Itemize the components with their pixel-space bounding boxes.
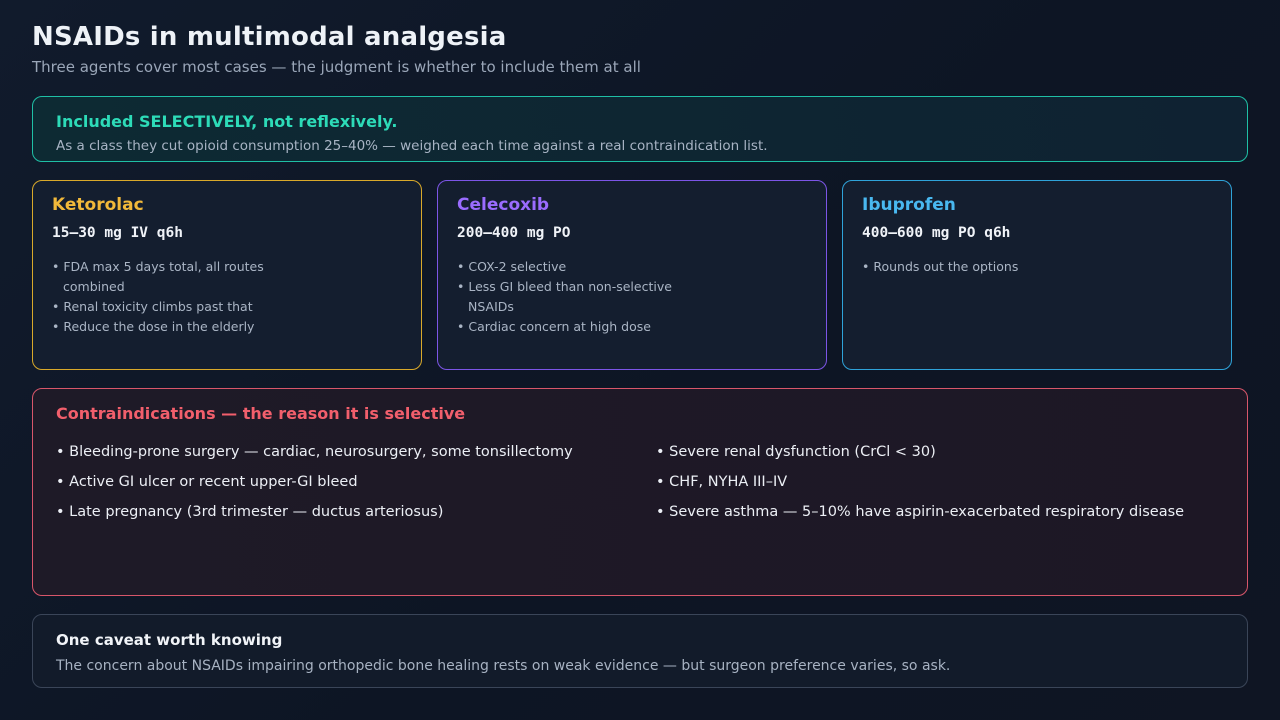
contraindication-item: • Bleeding-prone surgery — cardiac, neur… xyxy=(56,444,573,460)
caveat-heading: One caveat worth knowing xyxy=(56,631,283,649)
page-subtitle: Three agents cover most cases — the judg… xyxy=(32,58,641,76)
agent-name: Ketorolac xyxy=(52,195,144,215)
contraindication-item: • CHF, NYHA III–IV xyxy=(656,474,788,490)
caveat-panel: One caveat worth knowing The concern abo… xyxy=(32,614,1248,688)
agent-point: • Rounds out the options xyxy=(862,259,1019,274)
agent-card-ibuprofen: Ibuprofen 400–600 mg PO q6h • Rounds out… xyxy=(842,180,1232,370)
agent-point: • Less GI bleed than non-selective NSAID… xyxy=(457,279,672,314)
contraindications-panel: Contraindications — the reason it is sel… xyxy=(32,388,1248,596)
page-title: NSAIDs in multimodal analgesia xyxy=(32,22,507,52)
key-callout: Included SELECTIVELY, not reflexively. A… xyxy=(32,96,1248,162)
contraindications-left-list: • Bleeding-prone surgery — cardiac, neur… xyxy=(56,437,573,527)
contraindication-item: • Severe asthma — 5–10% have aspirin-exa… xyxy=(656,504,1185,520)
agent-points: • FDA max 5 days total, all routes combi… xyxy=(52,257,292,337)
agent-point: • Renal toxicity climbs past that xyxy=(52,299,253,314)
callout-heading: Included SELECTIVELY, not reflexively. xyxy=(56,112,398,131)
agent-dose: 400–600 mg PO q6h xyxy=(862,225,1011,241)
callout-body: As a class they cut opioid consumption 2… xyxy=(56,138,768,154)
agent-point: • Cardiac concern at high dose xyxy=(457,319,651,334)
agent-dose: 15–30 mg IV q6h xyxy=(52,225,183,241)
contraindications-heading: Contraindications — the reason it is sel… xyxy=(56,404,466,423)
contraindication-item: • Active GI ulcer or recent upper-GI ble… xyxy=(56,474,358,490)
agent-name: Ibuprofen xyxy=(862,195,956,215)
contraindication-item: • Severe renal dysfunction (CrCl < 30) xyxy=(656,444,936,460)
agent-point: • Reduce the dose in the elderly xyxy=(52,319,255,334)
contraindications-right-list: • Severe renal dysfunction (CrCl < 30) •… xyxy=(656,437,1184,527)
agent-dose: 200–400 mg PO xyxy=(457,225,571,241)
agent-points: • Rounds out the options xyxy=(862,257,1102,277)
agent-name: Celecoxib xyxy=(457,195,550,215)
agent-card-celecoxib: Celecoxib 200–400 mg PO • COX-2 selectiv… xyxy=(437,180,827,370)
contraindication-item: • Late pregnancy (3rd trimester — ductus… xyxy=(56,504,444,520)
agent-point: • COX-2 selective xyxy=(457,259,567,274)
agent-point: • FDA max 5 days total, all routes combi… xyxy=(52,259,264,294)
slide: NSAIDs in multimodal analgesia Three age… xyxy=(0,0,1280,720)
caveat-body: The concern about NSAIDs impairing ortho… xyxy=(56,658,951,674)
agent-card-ketorolac: Ketorolac 15–30 mg IV q6h • FDA max 5 da… xyxy=(32,180,422,370)
agent-points: • COX-2 selective • Less GI bleed than n… xyxy=(457,257,697,337)
